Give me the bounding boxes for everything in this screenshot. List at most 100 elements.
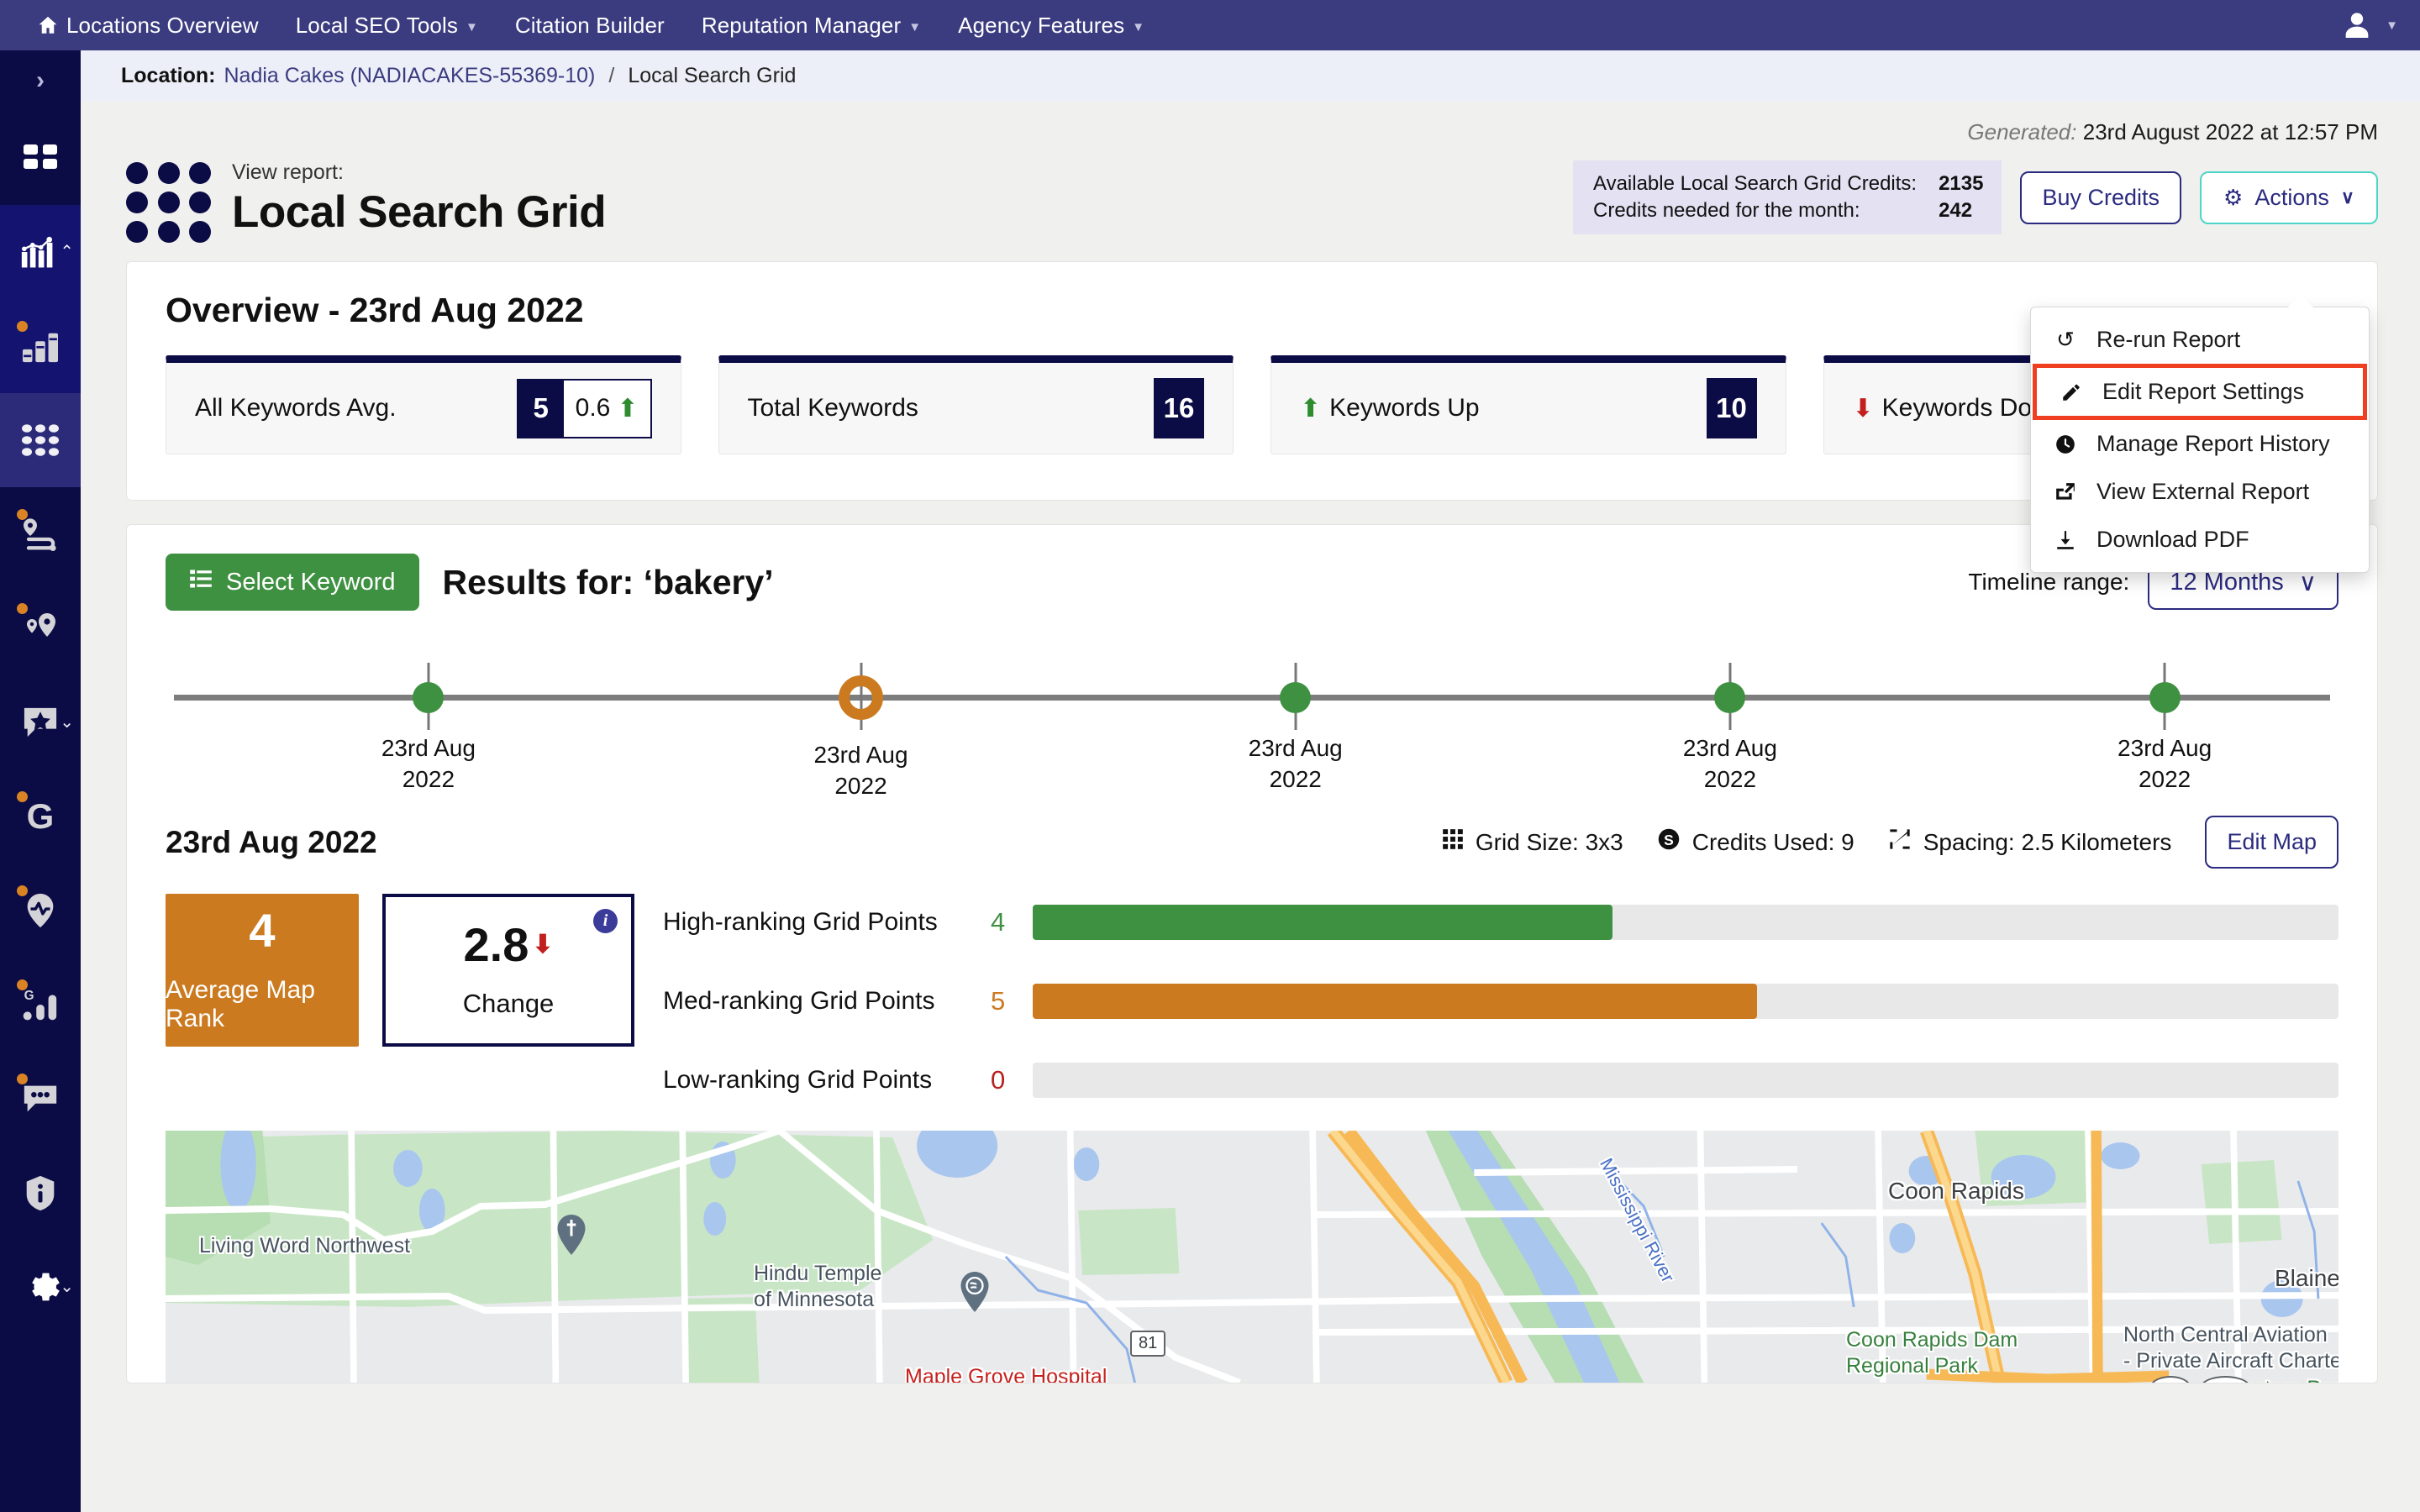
grid-info-row: 23rd Aug 2022 Grid Size: 3x3 S Credits U…	[166, 816, 2338, 869]
notification-dot	[17, 885, 28, 896]
notification-dot	[17, 979, 28, 990]
left-sidebar: › ⌃ ⌄ G G ⌄	[0, 50, 81, 1512]
timeline-dot[interactable]	[2149, 682, 2181, 713]
grid-points-icon	[18, 418, 62, 462]
menu-item-view-external-report[interactable]: View External Report	[2031, 468, 2369, 516]
timeline-dot-selected[interactable]	[839, 675, 884, 720]
nav-item-locations-overview[interactable]: Locations Overview	[18, 0, 277, 50]
sidebar-item-google-analytics[interactable]: G	[0, 958, 81, 1052]
grid-size-info: Grid Size: 3x3	[1442, 828, 1623, 856]
sidebar-item-reviews[interactable]: ⌄	[0, 675, 81, 769]
external-link-icon	[2053, 481, 2078, 503]
timeline-date: 23rd Aug 2022	[1638, 733, 1823, 795]
notification-dot	[17, 321, 28, 332]
menu-item-rerun-report[interactable]: ↺ Re-run Report	[2031, 316, 2369, 364]
credits-available-label: Available Local Search Grid Credits:	[1593, 172, 1918, 195]
nav-item-reputation-manager[interactable]: Reputation Manager ▼	[683, 0, 939, 50]
sidebar-item-rankings[interactable]	[0, 299, 81, 393]
menu-item-edit-report-settings[interactable]: Edit Report Settings	[2033, 364, 2367, 420]
buy-credits-button[interactable]: Buy Credits	[2020, 171, 2182, 224]
credits-used-info: S Credits Used: 9	[1657, 827, 1854, 857]
chevron-down-icon: ▼	[908, 19, 922, 34]
timeline-date: 23rd Aug 2022	[2072, 733, 2257, 795]
bar-label: Low-ranking Grid Points	[663, 1066, 933, 1094]
generated-timestamp: Generated: 23rd August 2022 at 12:57 PM	[81, 101, 2420, 145]
nav-item-local-seo-tools[interactable]: Local SEO Tools ▼	[277, 0, 497, 50]
timeline-date-line1: 23rd Aug	[813, 742, 908, 768]
sidebar-item-analytics[interactable]: ⌃	[0, 205, 81, 299]
bar-row-med-ranking: Med-ranking Grid Points 5	[663, 976, 2338, 1026]
stat-value-combo: 5 0.6 ⬆	[516, 378, 652, 438]
user-menu[interactable]: ▼	[2340, 8, 2420, 42]
sidebar-item-messages[interactable]	[0, 1052, 81, 1146]
report-header: View report: Local Search Grid Available…	[81, 145, 2420, 243]
timeline-date: 23rd Aug 2022	[1203, 733, 1388, 795]
chevron-down-icon: ▼	[1132, 19, 1145, 34]
menu-item-manage-report-history[interactable]: Manage Report History	[2031, 420, 2369, 468]
credits-needed-label: Credits needed for the month:	[1593, 199, 1860, 222]
nav-label: Locations Overview	[66, 12, 259, 38]
timeline-dot[interactable]	[1714, 682, 1746, 713]
change-label: Change	[462, 989, 555, 1018]
bar-fill	[1033, 905, 1612, 940]
bar-value: 5	[991, 986, 1006, 1016]
view-report-label: View report:	[232, 160, 344, 184]
notification-dot	[17, 1074, 28, 1084]
sidebar-item-map-pins[interactable]	[0, 581, 81, 675]
credits-available-value: 2135	[1939, 172, 1984, 195]
menu-item-label: Re-run Report	[2096, 327, 2241, 352]
overview-stat-row: All Keywords Avg. 5 0.6 ⬆ Total Keywords…	[166, 355, 2338, 454]
bar-track	[1033, 1063, 2338, 1098]
stat-card-all-keywords-avg: All Keywords Avg. 5 0.6 ⬆	[166, 355, 681, 454]
gear-icon: ⚙	[2223, 184, 2244, 210]
menu-item-download-pdf[interactable]: Download PDF	[2031, 516, 2369, 564]
clock-icon	[2053, 433, 2078, 455]
sidebar-item-google[interactable]: G	[0, 769, 81, 864]
timeline-date-line2: 2022	[402, 765, 455, 792]
nav-item-agency-features[interactable]: Agency Features ▼	[939, 0, 1163, 50]
notification-dot	[17, 509, 28, 520]
sidebar-item-local-search-grid[interactable]	[0, 393, 81, 487]
bar-label: High-ranking Grid Points	[663, 908, 938, 936]
sidebar-item-settings[interactable]: ⌄	[0, 1240, 81, 1334]
credits-needed-value: 242	[1939, 199, 1973, 222]
timeline-point-current[interactable]: 23rd Aug 2022	[769, 643, 954, 802]
change-value-wrap: 2.8 ⬇	[464, 921, 554, 969]
timeline-point[interactable]: 23rd Aug 2022	[1203, 643, 1388, 795]
select-keyword-button[interactable]: Select Keyword	[166, 554, 419, 611]
user-avatar-icon	[2340, 8, 2374, 42]
breadcrumb-label: Location:	[121, 63, 216, 87]
chevron-up-icon: ⌃	[60, 243, 74, 261]
edit-map-button[interactable]: Edit Map	[2205, 816, 2338, 869]
timeline-dot[interactable]	[1280, 682, 1312, 713]
select-keyword-label: Select Keyword	[226, 568, 396, 596]
map-pin-temple[interactable]	[960, 1272, 990, 1312]
grid-info-items: Grid Size: 3x3 S Credits Used: 9 Spacing…	[1442, 816, 2338, 869]
chevron-down-icon: ▼	[2386, 18, 2398, 33]
sidebar-item-info[interactable]	[0, 1146, 81, 1240]
timeline-date-line2: 2022	[834, 772, 887, 799]
sidebar-item-dashboard[interactable]	[0, 111, 81, 205]
timeline-point[interactable]: 23rd Aug 2022	[2072, 643, 2257, 795]
info-icon[interactable]: i	[593, 909, 618, 933]
grid-size-text: Grid Size: 3x3	[1475, 828, 1623, 855]
stat-label: ⬆ Keywords Up	[1300, 394, 1480, 423]
timeline-point[interactable]: 23rd Aug 2022	[1638, 643, 1823, 795]
sidebar-expand-button[interactable]: ›	[0, 50, 81, 111]
timeline-point[interactable]: 23rd Aug 2022	[336, 643, 521, 795]
stat-label: Total Keywords	[747, 394, 918, 422]
bar-value: 4	[991, 907, 1006, 937]
info-shield-icon	[18, 1171, 62, 1215]
actions-button[interactable]: ⚙ Actions ∨	[2200, 171, 2378, 224]
average-map-rank-value: 4	[249, 904, 276, 957]
nav-label: Citation Builder	[514, 12, 665, 38]
sidebar-item-local-pulse[interactable]	[0, 864, 81, 958]
breadcrumb-location-link[interactable]: Nadia Cakes (NADIACAKES-55369-10)	[224, 64, 596, 88]
generated-label: Generated:	[1967, 119, 2077, 144]
nav-item-citation-builder[interactable]: Citation Builder	[497, 0, 683, 50]
local-search-grid-map[interactable]: Living Word Northwest Hindu Temple of Mi…	[166, 1131, 2338, 1383]
menu-item-label: Download PDF	[2096, 527, 2249, 552]
map-pin-church[interactable]	[556, 1215, 587, 1255]
timeline-dot[interactable]	[413, 682, 445, 713]
sidebar-item-route[interactable]	[0, 487, 81, 581]
